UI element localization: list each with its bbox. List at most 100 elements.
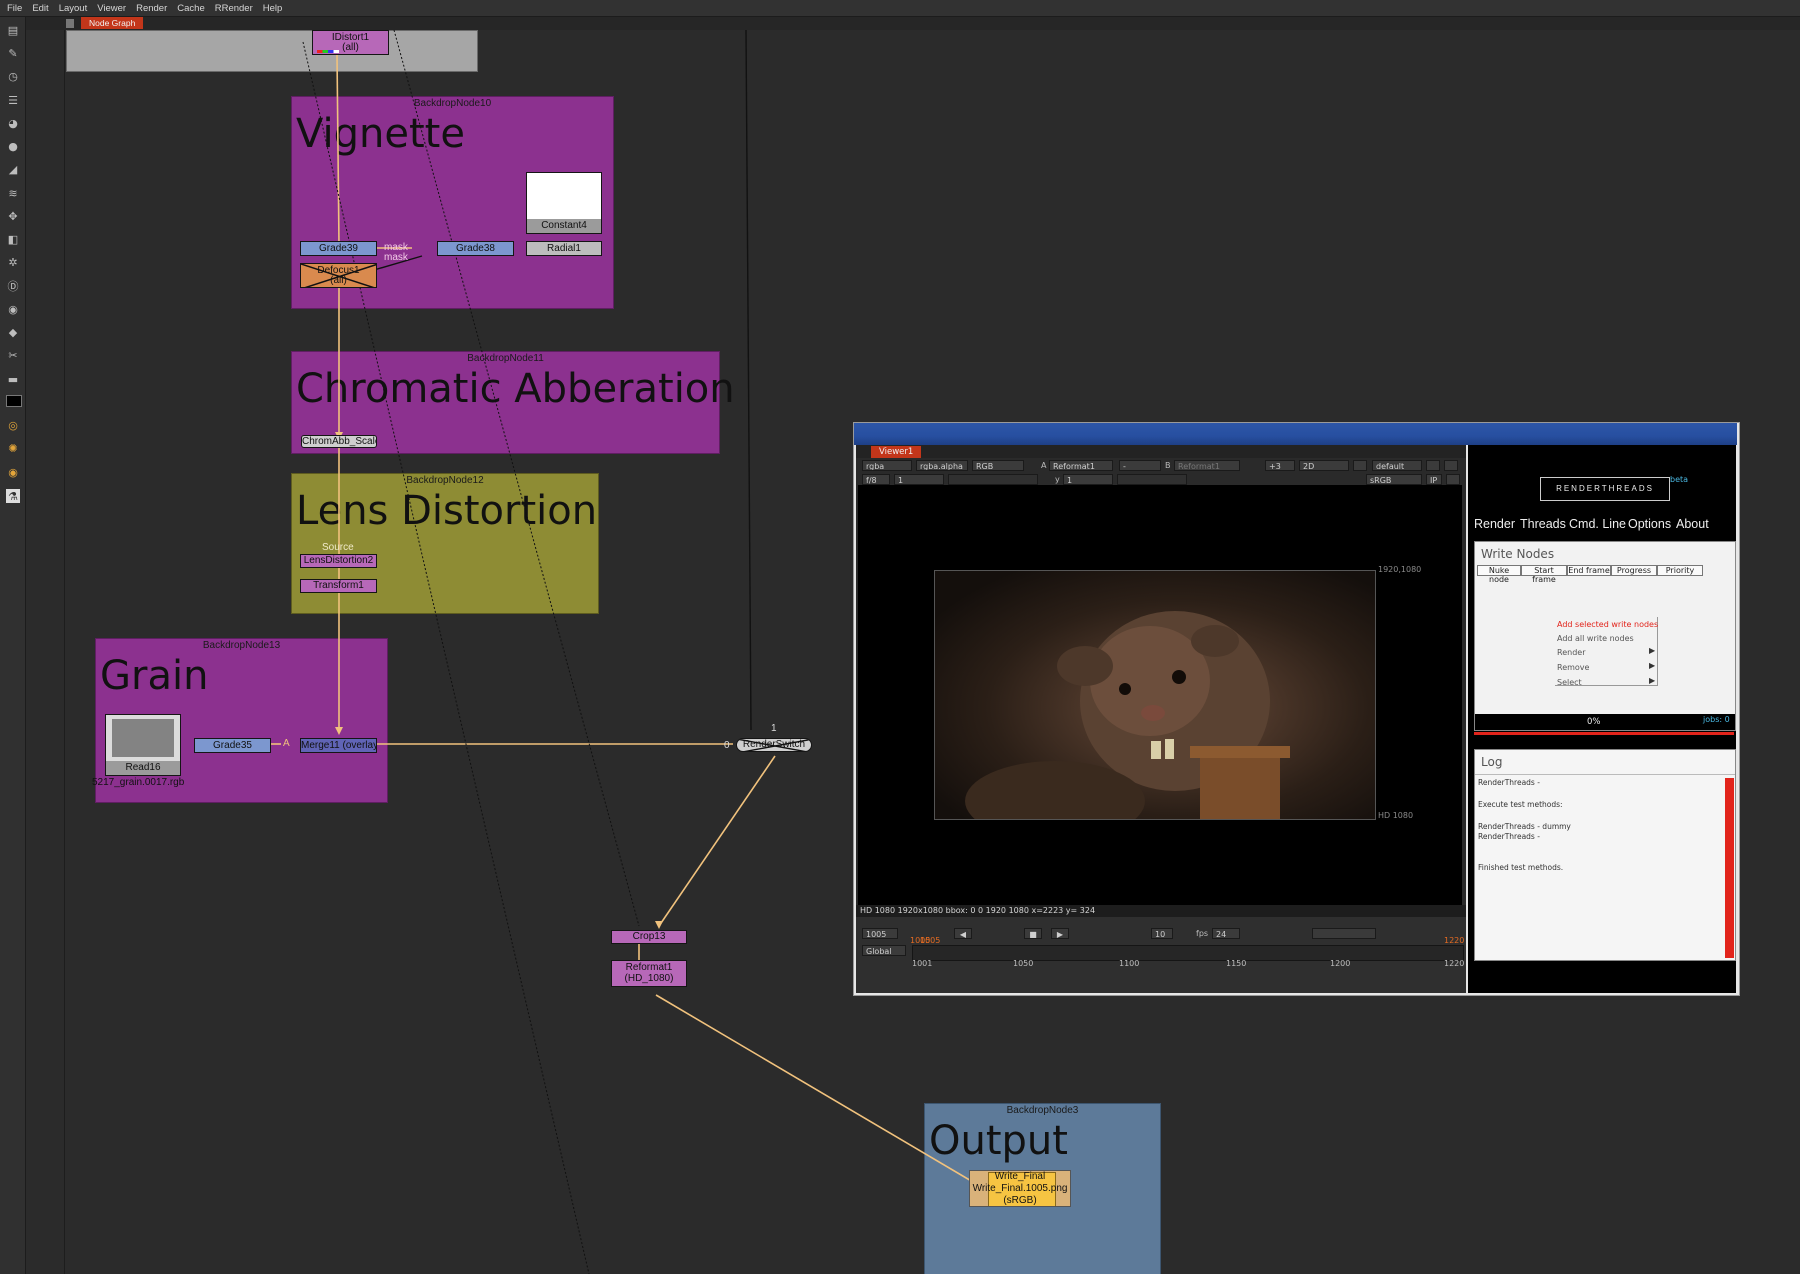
particles-icon[interactable]: ✲ bbox=[6, 255, 20, 269]
transform-icon[interactable]: ✥ bbox=[6, 209, 20, 223]
compare-select[interactable]: - bbox=[1119, 460, 1161, 471]
step-back-icon[interactable]: ◀ bbox=[954, 928, 972, 939]
menu-file[interactable]: File bbox=[7, 3, 22, 14]
render-icon[interactable]: ⚗ bbox=[6, 489, 20, 503]
lens-icon[interactable]: ◉ bbox=[6, 465, 20, 479]
menu-layout[interactable]: Layout bbox=[59, 3, 88, 14]
menu-viewer[interactable]: Viewer bbox=[97, 3, 126, 14]
zoom-select[interactable]: +3 bbox=[1265, 460, 1295, 471]
menu-render[interactable]: Render bbox=[136, 3, 167, 14]
merge-icon[interactable]: ≋ bbox=[6, 186, 20, 200]
paint-icon[interactable]: ✎ bbox=[6, 46, 20, 60]
log-scrollbar[interactable] bbox=[1725, 778, 1734, 958]
node-merge11[interactable]: Merge11 (overlay) bbox=[300, 738, 377, 753]
spark-icon[interactable]: ✺ bbox=[6, 441, 20, 455]
renderthreads-panel[interactable]: RENDERTHREADS beta Render Threads Cmd. L… bbox=[1468, 445, 1736, 993]
tab-viewer1[interactable]: Viewer1 bbox=[871, 446, 922, 458]
node-reformat1[interactable]: Reformat1 (HD_1080) bbox=[611, 960, 687, 987]
column-header[interactable]: Priority bbox=[1657, 565, 1703, 576]
nav-about[interactable]: About bbox=[1676, 517, 1709, 531]
b-input-select[interactable]: Reformat1 bbox=[1174, 460, 1240, 471]
gamma-field[interactable]: 1 bbox=[1063, 474, 1113, 485]
node-renderswitch[interactable]: RenderSwitch bbox=[736, 738, 812, 752]
node-lensdistortion[interactable]: LensDistortion2 bbox=[300, 554, 377, 568]
panel-menu-icon[interactable] bbox=[66, 19, 74, 28]
clock-icon[interactable]: ◷ bbox=[6, 69, 20, 83]
ip-button[interactable]: IP bbox=[1426, 474, 1442, 485]
metadata-icon[interactable]: ◆ bbox=[6, 325, 20, 339]
nav-cmd-line[interactable]: Cmd. Line bbox=[1569, 517, 1626, 531]
view-mode-select[interactable]: 2D bbox=[1299, 460, 1349, 471]
play-icon[interactable]: ▶ bbox=[1051, 928, 1069, 939]
toolsets-icon[interactable]: ✂ bbox=[6, 348, 20, 362]
menu-rrender[interactable]: RRender bbox=[215, 3, 253, 14]
menu-item[interactable]: Add selected write nodes bbox=[1555, 620, 1665, 629]
lock-icon[interactable] bbox=[1353, 460, 1367, 471]
alpha-select[interactable]: rgba.alpha bbox=[916, 460, 968, 471]
other-icon[interactable]: ▬ bbox=[6, 372, 20, 386]
viewer-timeline[interactable]: HD 1080 1920x1080 bbox: 0 0 1920 1080 x=… bbox=[856, 905, 1466, 993]
log-section: Log RenderThreads - Execute test methods… bbox=[1474, 749, 1736, 961]
column-header[interactable]: Nuke node bbox=[1477, 565, 1521, 584]
column-header[interactable]: Progress bbox=[1611, 565, 1657, 576]
a-input-select[interactable]: Reformat1 bbox=[1049, 460, 1113, 471]
node-chromabb[interactable]: ChromAbb_Scale1 bbox=[301, 435, 377, 448]
gamma-slider[interactable] bbox=[1117, 474, 1187, 485]
node-read16[interactable]: Read16 bbox=[105, 714, 181, 776]
views-icon[interactable]: ◉ bbox=[6, 302, 20, 316]
column-header[interactable]: End frame bbox=[1567, 565, 1611, 576]
lut-select[interactable]: default bbox=[1372, 460, 1422, 471]
gizmo-icon[interactable]: ◎ bbox=[6, 418, 20, 432]
channels-select[interactable]: rgba bbox=[862, 460, 912, 471]
3d-icon[interactable]: ◧ bbox=[6, 232, 20, 246]
fstop-field[interactable]: f/8 bbox=[862, 474, 890, 485]
viewer-window[interactable]: Viewer1 rgba rgba.alpha RGB A Reformat1 … bbox=[853, 422, 1740, 996]
tab-node-graph[interactable]: Node Graph bbox=[81, 17, 144, 29]
node-transform1[interactable]: Transform1 bbox=[300, 579, 377, 593]
gain-slider[interactable] bbox=[948, 474, 1038, 485]
node-grade35[interactable]: Grade35 bbox=[194, 738, 271, 753]
stripes-icon[interactable] bbox=[1446, 474, 1460, 485]
viewer-image bbox=[934, 570, 1376, 820]
node-radial1[interactable]: Radial1 bbox=[526, 241, 602, 256]
node-defocus[interactable]: Defocus1 (all) bbox=[300, 263, 377, 288]
stop-icon[interactable]: ■ bbox=[1024, 928, 1042, 939]
node-write-final[interactable]: Write_Final Write_Final.1005.png (sRGB) bbox=[969, 1170, 1071, 1207]
viewer-panel[interactable]: Viewer1 rgba rgba.alpha RGB A Reformat1 … bbox=[856, 445, 1466, 993]
menu-help[interactable]: Help bbox=[263, 3, 283, 14]
column-header[interactable]: Start frame bbox=[1521, 565, 1567, 584]
nav-options[interactable]: Options bbox=[1628, 517, 1671, 531]
keyer-icon[interactable]: ◢ bbox=[6, 162, 20, 176]
global-select[interactable]: Global bbox=[862, 945, 906, 956]
node-sublabel: (HD_1080) bbox=[624, 973, 674, 984]
display-select[interactable]: RGB bbox=[972, 460, 1024, 471]
node-grade39[interactable]: Grade39 bbox=[300, 241, 377, 256]
node-idistort[interactable]: IDistort1 (all) bbox=[312, 30, 389, 55]
frame-field[interactable]: 1005 bbox=[862, 928, 898, 939]
plugin-icon[interactable] bbox=[6, 395, 22, 407]
viewer-canvas[interactable]: 1920,1080 HD 1080 bbox=[858, 485, 1462, 905]
frame-slider[interactable] bbox=[912, 945, 1464, 961]
window-titlebar[interactable] bbox=[854, 423, 1737, 445]
gain-field[interactable]: 1 bbox=[894, 474, 944, 485]
nav-render[interactable]: Render bbox=[1474, 517, 1515, 531]
node-grade38[interactable]: Grade38 bbox=[437, 241, 514, 256]
channel-icon[interactable]: ☰ bbox=[6, 93, 20, 107]
color-icon[interactable]: ◕ bbox=[6, 116, 20, 130]
image-icon[interactable]: ▤ bbox=[6, 23, 20, 37]
grid-icon[interactable] bbox=[1426, 460, 1440, 471]
colorspace-select[interactable]: sRGB bbox=[1366, 474, 1422, 485]
filter-icon[interactable]: ● bbox=[6, 139, 20, 153]
fps-field[interactable]: 24 bbox=[1212, 928, 1240, 939]
deep-icon[interactable]: Ⓓ bbox=[6, 279, 20, 293]
menu-icon[interactable] bbox=[1444, 460, 1458, 471]
menu-item[interactable]: Add all write nodes bbox=[1555, 634, 1665, 643]
node-crop13[interactable]: Crop13 bbox=[611, 930, 687, 944]
step-field[interactable]: 10 bbox=[1151, 928, 1173, 939]
nav-threads[interactable]: Threads bbox=[1520, 517, 1566, 531]
write-nodes-section: Write Nodes Nuke node Start frame End fr… bbox=[1474, 541, 1736, 731]
node-constant4[interactable]: Constant4 bbox=[526, 172, 602, 234]
menu-edit[interactable]: Edit bbox=[32, 3, 48, 14]
mask-label: mask bbox=[384, 252, 408, 263]
menu-cache[interactable]: Cache bbox=[177, 3, 204, 14]
